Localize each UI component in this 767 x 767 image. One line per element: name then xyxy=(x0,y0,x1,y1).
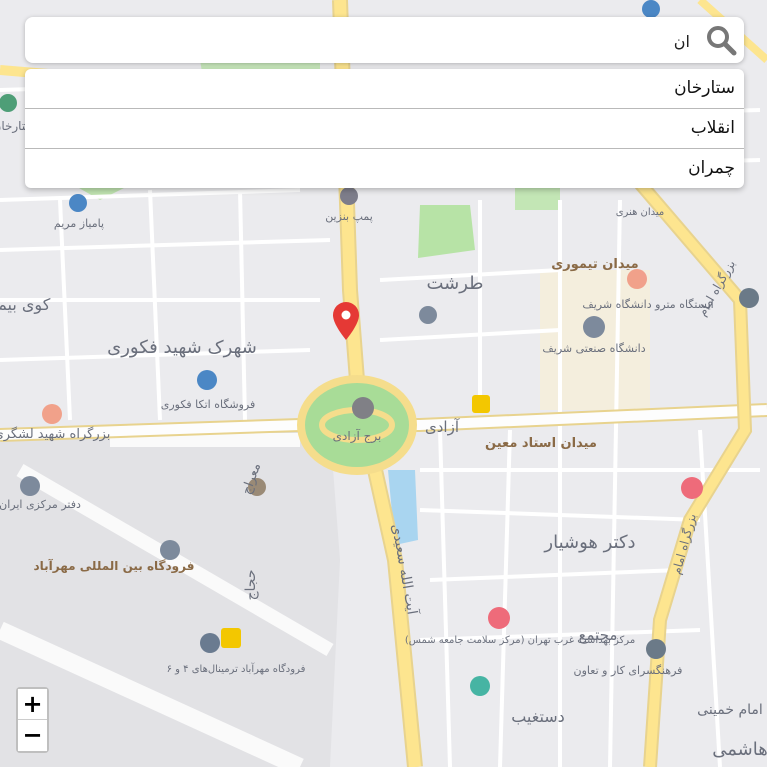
map-label: پمپ بنزین xyxy=(325,210,373,223)
zoom-in-button[interactable]: + xyxy=(18,689,47,720)
map-label: دفتر مرکزی ایران xyxy=(0,498,81,511)
map-label: فرهنگسرای کار و تعاون xyxy=(574,664,683,677)
shopping-icon xyxy=(69,194,87,212)
map-label: دستغیب xyxy=(511,707,565,726)
gas-station-icon xyxy=(340,187,358,205)
map-label: ایستگاه مترو دانشگاه شریف xyxy=(582,298,713,311)
map-label: حجاج xyxy=(243,570,259,601)
hospital-icon xyxy=(488,607,510,629)
map-label: میدان هنری xyxy=(616,207,665,218)
search-icon[interactable] xyxy=(704,23,738,57)
sharif-campus xyxy=(540,270,650,410)
suggestion-item[interactable]: ستارخان xyxy=(25,69,744,109)
map-label: کوی بیمه xyxy=(0,295,51,315)
map-label: فرودگاه مهرآباد ترمینال‌های ۴ و ۶ xyxy=(167,662,306,675)
suggestion-item[interactable]: چمران xyxy=(25,149,744,188)
map-label: فرودگاه بین المللی مهرآباد xyxy=(34,558,195,574)
metro-icon xyxy=(739,288,759,308)
suggestion-item[interactable]: انقلاب xyxy=(25,109,744,149)
camera-icon xyxy=(352,397,374,419)
shopping-icon xyxy=(642,0,660,18)
poi-icon xyxy=(627,269,647,289)
shopping-icon xyxy=(197,370,217,390)
map-label: آزادی xyxy=(425,418,460,436)
search-input[interactable] xyxy=(37,25,692,57)
pharmacy-icon xyxy=(470,676,490,696)
poi-icon xyxy=(42,404,62,424)
map-label: شهرک شهید فکوری xyxy=(107,337,257,358)
bus-icon xyxy=(472,395,490,413)
map-label: میدان استاد معین xyxy=(485,436,597,451)
culture-icon xyxy=(646,639,666,659)
map-label: میدان تیموری xyxy=(551,257,638,272)
park-area xyxy=(418,205,475,258)
map-label: برج آزادی xyxy=(333,428,382,444)
map-label: بزرگراه شهید لشگری xyxy=(0,426,110,442)
search-suggestions: ستارخان انقلاب چمران xyxy=(25,69,744,188)
map-label: طرشت xyxy=(426,273,483,294)
airport-icon xyxy=(160,540,180,560)
bus-icon xyxy=(221,628,241,648)
zoom-out-button[interactable]: − xyxy=(18,720,47,751)
school-icon xyxy=(583,316,605,338)
map-label: هاشمی xyxy=(712,739,767,760)
shopping-icon xyxy=(200,633,220,653)
map-label: امام خمینی xyxy=(697,702,763,718)
map-label: دکتر هوشیار xyxy=(543,532,635,553)
school-icon xyxy=(419,306,437,324)
office-icon xyxy=(20,476,40,496)
map-label: فروشگاه اتکا فکوری xyxy=(161,398,256,411)
map-label: مرکز بهداشت غرب تهران (مرکز سلامت جامعه … xyxy=(405,635,635,646)
hospital-icon xyxy=(681,477,703,499)
map-label: پامیاز مریم xyxy=(54,217,104,230)
search-bar[interactable] xyxy=(25,17,744,63)
zoom-control: + − xyxy=(16,687,49,753)
map-label: دانشگاه صنعتی شریف xyxy=(542,342,645,355)
